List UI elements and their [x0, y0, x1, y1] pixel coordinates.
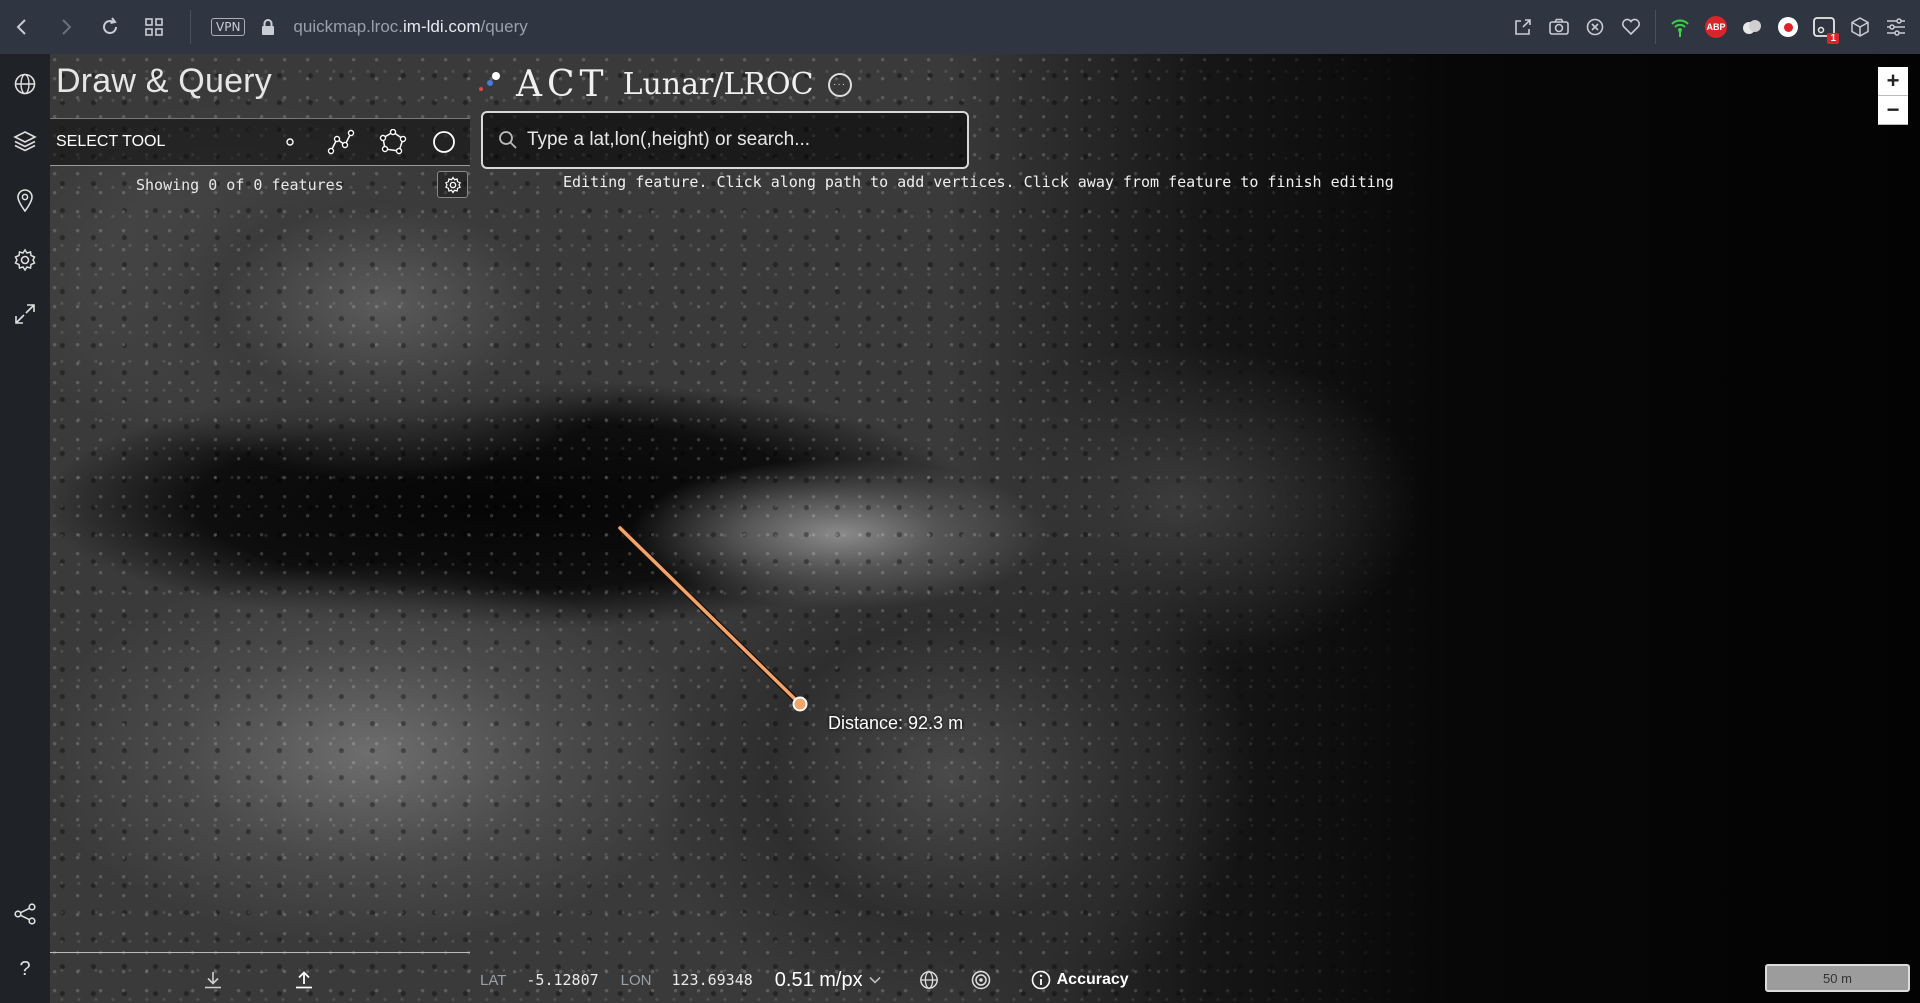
act-logo: ACT Lunar/LROC ··· [476, 64, 852, 105]
edit-instructions: Editing feature. Click along path to add… [563, 173, 1394, 191]
lon-label: LON [620, 971, 652, 989]
upload-icon[interactable] [289, 966, 319, 994]
chevron-down-icon[interactable] [869, 975, 881, 985]
search-input[interactable] [527, 129, 947, 151]
browser-toolbar: VPN quickmap.lroc.im-ldi.com/query ABP 1 [0, 0, 1920, 54]
zoom-controls: + − [1878, 67, 1908, 125]
globe-icon[interactable] [0, 64, 50, 104]
cube-icon[interactable] [1842, 0, 1878, 54]
location-pin-icon[interactable] [0, 180, 50, 220]
download-icon[interactable] [198, 966, 228, 994]
extension-badge: 1 [1827, 33, 1839, 44]
adblock-icon[interactable]: ABP [1698, 0, 1734, 54]
expand-icon[interactable] [0, 294, 50, 334]
more-options-icon[interactable]: ··· [827, 72, 852, 97]
back-icon[interactable] [0, 0, 44, 54]
lon-value: 123.69348 [671, 971, 753, 989]
globe-projection-icon[interactable] [919, 970, 939, 990]
screenshot-extension-icon[interactable]: 1 [1806, 0, 1842, 54]
zoom-in-button[interactable]: + [1878, 67, 1908, 96]
resolution-dropdown[interactable]: 0.51 m/px [775, 969, 863, 992]
settings-sliders-icon[interactable] [1878, 0, 1914, 54]
logo-act-text: ACT [516, 64, 609, 105]
url-path: /query [480, 17, 528, 36]
polygon-tool-icon[interactable] [367, 118, 419, 166]
panel-bottom-divider [50, 952, 470, 953]
help-icon[interactable]: ? [0, 949, 50, 989]
lat-value: -5.12807 [526, 971, 599, 989]
camera-icon[interactable] [1541, 0, 1577, 54]
record-icon[interactable] [1770, 0, 1806, 54]
target-icon[interactable] [971, 970, 991, 990]
feature-count: Showing 0 of 0 features [136, 176, 344, 194]
status-bar: LAT -5.12807 LON 123.69348 0.51 m/px Acc… [480, 966, 1129, 994]
share-page-icon[interactable] [1505, 0, 1541, 54]
cloud-extension-icon[interactable] [1734, 0, 1770, 54]
logo-dots-icon [479, 71, 500, 91]
accuracy-label: Accuracy [1056, 971, 1129, 988]
heart-icon[interactable] [1613, 0, 1649, 54]
gear-icon[interactable] [0, 240, 50, 280]
forward-icon[interactable] [44, 0, 88, 54]
panel-settings-button[interactable] [437, 171, 468, 198]
distance-label: Distance: 92.3 m [828, 713, 964, 733]
tabs-grid-icon[interactable] [132, 0, 176, 54]
address-bar[interactable]: quickmap.lroc.im-ldi.com/query [293, 17, 527, 37]
lock-icon[interactable] [257, 16, 279, 38]
scale-bar: 50 m [1765, 964, 1910, 992]
circle-tool-icon[interactable] [418, 118, 470, 166]
url-prefix: quickmap.lroc. [293, 17, 404, 36]
search-box [481, 111, 969, 169]
toolbar-divider-right [1655, 10, 1656, 44]
gear-icon [444, 175, 461, 194]
share-icon[interactable] [0, 894, 50, 934]
lunar-map-canvas[interactable] [50, 54, 1920, 1003]
point-tool-icon[interactable] [264, 118, 316, 166]
select-tool-row: SELECT TOOL [50, 118, 470, 166]
panel-title: Draw & Query [56, 62, 272, 100]
info-icon [1031, 970, 1050, 990]
vpn-badge[interactable]: VPN [211, 18, 246, 36]
select-tool-label: SELECT TOOL [56, 133, 166, 150]
toolbar-divider [190, 10, 191, 44]
polyline-tool-icon[interactable] [315, 118, 367, 166]
wifi-extension-icon[interactable] [1662, 0, 1698, 54]
reload-icon[interactable] [88, 0, 132, 54]
logo-lunar-lroc-text: Lunar/LROC [622, 67, 814, 102]
left-icon-rail: ? [0, 54, 50, 1003]
zoom-out-button[interactable]: − [1878, 96, 1908, 125]
accuracy-button[interactable]: Accuracy [1031, 970, 1129, 990]
layers-icon[interactable] [0, 121, 50, 161]
lat-label: LAT [480, 971, 507, 989]
search-icon [499, 131, 517, 149]
block-icon[interactable] [1577, 0, 1613, 54]
map-texture [50, 54, 1920, 1003]
url-domain: im-ldi.com [403, 17, 481, 36]
